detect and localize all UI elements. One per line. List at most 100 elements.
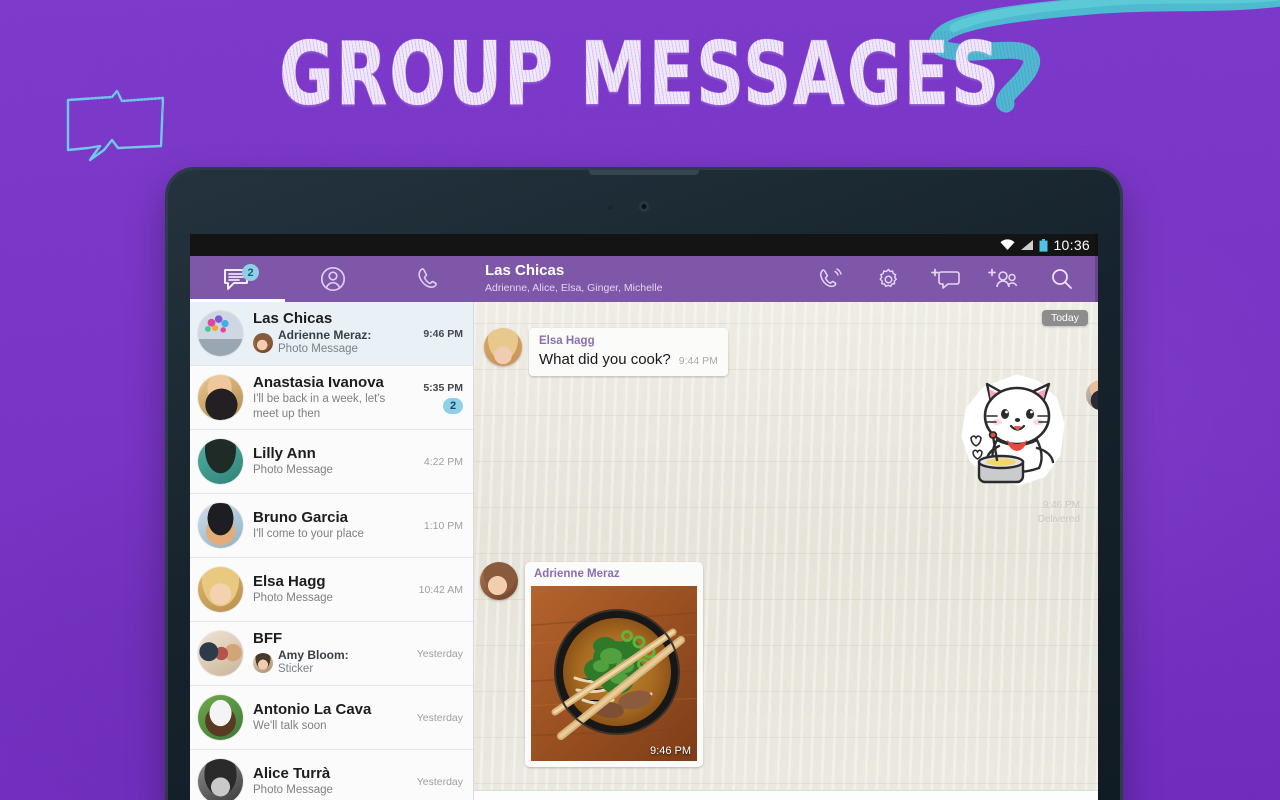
tab-contacts[interactable]	[285, 256, 380, 302]
chat-list-item[interactable]: Antonio La Cava We'll talk soon Yesterday	[190, 686, 473, 750]
chat-item-sender-block: Amy Bloom: Sticker	[278, 649, 349, 677]
chat-item-preview: Photo Message	[253, 784, 333, 797]
chat-item-preview: I'll come to your place	[253, 528, 364, 541]
chat-item-meta: 5:35 PM 2	[403, 382, 463, 414]
chat-item-name: Lilly Ann	[253, 445, 316, 463]
app-bar: 2 Las Chicas Adrienne, Alice, Elsa, Ging…	[190, 256, 1098, 302]
sender-mini-avatar	[253, 653, 273, 674]
avatar	[198, 375, 243, 420]
photo-time: 9:46 PM	[650, 744, 691, 757]
avatar	[1086, 380, 1098, 410]
chat-item-meta: 1:10 PM	[403, 520, 463, 532]
app-bar-actions	[802, 256, 1098, 302]
chat-list-item[interactable]: Bruno Garcia I'll come to your place 1:10 …	[190, 494, 473, 558]
chat-item-preview: Photo Message	[253, 464, 333, 477]
avatar	[198, 567, 243, 612]
chat-item-meta: Yesterday	[403, 776, 463, 788]
chat-item-preview: We'll talk soon	[253, 720, 327, 733]
page-title: GROUP MESSAGES	[89, 31, 1191, 119]
conversation-title: Las Chicas	[485, 262, 565, 280]
tab-calls[interactable]	[380, 256, 475, 302]
photo-message-bubble: Adrienne Meraz 9:46 PM	[525, 562, 703, 767]
device-camera	[639, 202, 649, 211]
chat-item-name: BFF	[253, 630, 283, 648]
tablet-device: 10:36 2 Las Chicas Adrienne, Alice, Elsa…	[168, 170, 1120, 800]
message-incoming-photo[interactable]: Adrienne Meraz 9:46 PM	[480, 562, 703, 767]
chat-item-name: Anastasia Ivanova	[253, 374, 384, 391]
app-body: Las Chicas Adrienne Meraz: Photo Message 9:…	[190, 234, 1098, 800]
chat-item-content: Alice Turrà Photo Message	[253, 765, 403, 798]
message-bubble: Elsa Hagg What did you cook? 9:44 PM	[529, 328, 728, 376]
avatar	[480, 562, 518, 600]
device-sensor	[608, 205, 613, 210]
avatar	[198, 631, 243, 676]
chat-list[interactable]: Las Chicas Adrienne Meraz: Photo Message 9:…	[190, 234, 1098, 800]
chat-list-item[interactable]: Alice Turrà Photo Message Yesterday	[190, 750, 473, 800]
call-icon	[820, 268, 842, 288]
new-message-icon	[931, 268, 960, 289]
chat-list-item[interactable]: Las Chicas Adrienne Meraz: Photo Message 9:…	[190, 302, 473, 366]
chat-item-time: 1:10 PM	[423, 519, 463, 532]
promo-canvas: GROUP MESSAGES 10:36 2 Las Chicas Adrien…	[0, 0, 1280, 800]
chat-item-content: BFF Amy Bloom: Sticker	[253, 630, 403, 677]
sticker-time: 9:46 PM	[1042, 500, 1080, 511]
chat-list-item[interactable]: Lilly Ann Photo Message 4:22 PM	[190, 430, 473, 494]
avatar	[198, 503, 243, 548]
settings-button[interactable]	[860, 256, 916, 302]
chat-item-content: Anastasia Ivanova I'll be back in a week,…	[253, 374, 403, 421]
avatar	[198, 439, 243, 484]
chat-list-item[interactable]: Anastasia Ivanova I'll be back in a week,…	[190, 366, 473, 430]
chat-item-time: 10:42 AM	[418, 583, 463, 596]
cat-cooking-sticker	[961, 374, 1065, 486]
day-divider-badge: Today	[1041, 310, 1088, 326]
chat-item-content: Antonio La Cava We'll talk soon	[253, 701, 403, 734]
message-status: 9:46 PM Delivered	[954, 499, 1080, 526]
gear-icon	[879, 268, 897, 287]
search-button[interactable]	[1034, 256, 1090, 302]
avatar	[198, 311, 243, 356]
message-text: What did you cook?	[539, 350, 671, 368]
avatar	[198, 759, 243, 800]
battery-icon	[1039, 238, 1048, 252]
chat-item-meta: 10:42 AM	[403, 584, 463, 596]
chat-item-preview-row: Adrienne Meraz: Photo Message	[253, 329, 403, 357]
message-time: 9:44 PM	[678, 354, 718, 367]
sticker-delivery-status: Delivered	[1037, 513, 1080, 525]
message-outgoing-sticker[interactable]: 9:46 PM Delivered	[954, 374, 1098, 526]
chat-list-item[interactable]: BFF Amy Bloom: Sticker Yesterday	[190, 622, 473, 686]
chat-item-time: Yesterday	[416, 711, 463, 724]
contact-icon	[320, 266, 345, 292]
avatar	[198, 695, 243, 740]
conversation-participants: Adrienne, Alice, Elsa, Ginger, Michelle	[485, 282, 663, 295]
free-call-button[interactable]	[802, 256, 858, 302]
conversation-pane: Today Elsa Hagg What did you cook? 9:44 …	[474, 302, 1098, 800]
conversation-header[interactable]: Las Chicas Adrienne, Alice, Elsa, Ginger…	[475, 256, 802, 302]
device-screen: 10:36 2 Las Chicas Adrienne, Alice, Elsa…	[190, 234, 1098, 800]
chat-item-content: Elsa Hagg Photo Message	[253, 573, 403, 606]
device-speaker	[589, 170, 699, 175]
chat-item-name: Elsa Hagg	[253, 573, 326, 591]
add-participant-button[interactable]	[976, 256, 1032, 302]
chat-item-time: 5:35 PM	[423, 381, 463, 394]
sender-mini-avatar	[253, 333, 273, 354]
unread-badge: 2	[443, 397, 463, 414]
tab-messages[interactable]: 2	[190, 256, 285, 302]
message-incoming-text[interactable]: Elsa Hagg What did you cook? 9:44 PM	[484, 328, 728, 376]
chat-item-sender: Adrienne Meraz:	[278, 328, 372, 343]
chat-item-sender: Amy Bloom:	[278, 648, 349, 663]
chat-item-name: Antonio La Cava	[253, 701, 372, 719]
message-sender: Adrienne Meraz	[534, 568, 620, 580]
chat-item-meta: 9:46 PM	[403, 328, 463, 340]
search-icon	[1052, 269, 1072, 289]
chat-item-meta: Yesterday	[403, 648, 463, 660]
new-message-button[interactable]	[918, 256, 974, 302]
chat-list-item[interactable]: Elsa Hagg Photo Message 10:42 AM	[190, 558, 473, 622]
message-sender: Elsa Hagg	[539, 335, 595, 347]
chat-item-preview: Photo Message	[278, 343, 358, 356]
signal-icon	[1021, 240, 1034, 250]
status-clock: 10:36	[1053, 237, 1090, 253]
compose-bar: Type to compose	[474, 790, 1098, 800]
chat-item-preview: I'll be back in a week, let's meet up th…	[253, 393, 386, 420]
photo-thumbnail[interactable]: 9:46 PM	[531, 585, 697, 761]
chat-item-name: Alice Turrà	[253, 765, 331, 783]
